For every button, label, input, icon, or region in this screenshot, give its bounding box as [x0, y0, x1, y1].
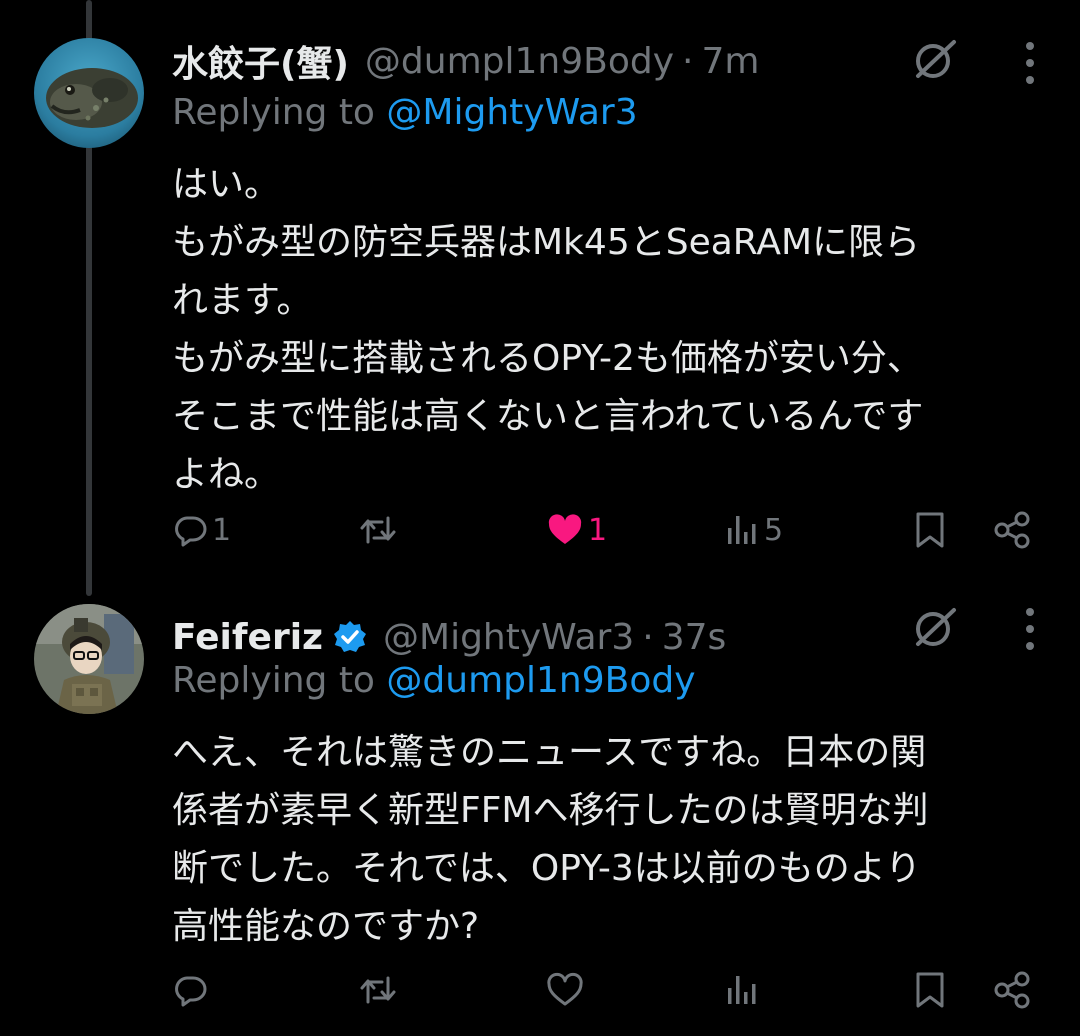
- separator-dot: ·: [682, 40, 694, 82]
- like-button[interactable]: [546, 966, 588, 1014]
- user-handle[interactable]: @dumpl1n9Body: [365, 41, 674, 82]
- tweet-text-line: よね。: [172, 454, 281, 495]
- tweet-text-line: もがみ型の防空兵器はMk45とSeaRAMに限ら: [172, 222, 921, 263]
- reply-button[interactable]: 1: [172, 506, 231, 554]
- separator-dot: ·: [642, 616, 654, 658]
- more-vertical-icon[interactable]: [1024, 40, 1036, 86]
- tweet-text: はい。 もがみ型の防空兵器はMk45とSeaRAMに限ら れます。 もがみ型に搭…: [172, 156, 1042, 504]
- timestamp[interactable]: 7m: [701, 41, 759, 82]
- reply-button[interactable]: [172, 966, 212, 1014]
- tweet-text-line: へえ、それは驚きのニュースですね。日本の関: [172, 732, 927, 773]
- display-name[interactable]: Feiferiz: [172, 617, 323, 658]
- tweet-text-line: 断でした。それでは、OPY-3は以前のものより: [172, 848, 922, 889]
- share-button[interactable]: [992, 506, 1032, 554]
- replying-mention[interactable]: @dumpl1n9Body: [386, 660, 695, 701]
- bookmark-icon: [916, 512, 944, 548]
- avatar-fish-image: [34, 38, 144, 148]
- like-count: 1: [588, 512, 608, 548]
- tweet-text-line: 高性能なのですか?: [172, 906, 480, 947]
- tweet-text-line: れます。: [172, 280, 313, 321]
- bookmark-button[interactable]: [912, 966, 948, 1014]
- share-icon: [994, 511, 1030, 549]
- avatar[interactable]: [34, 38, 144, 148]
- share-icon: [994, 971, 1030, 1009]
- user-handle[interactable]: @MightyWar3: [383, 617, 634, 658]
- retweet-button[interactable]: [358, 506, 402, 554]
- retweet-icon: [360, 976, 396, 1004]
- retweet-button[interactable]: [358, 966, 402, 1014]
- grok-icon[interactable]: [910, 34, 960, 84]
- views-chart-icon: [728, 516, 756, 544]
- reply-count: 1: [212, 512, 232, 548]
- heart-icon: [548, 514, 582, 544]
- tweet-header: 水餃子(蟹) @dumpl1n9Body · 7m: [172, 34, 759, 88]
- reply-bubble-icon: [175, 516, 207, 547]
- heart-icon: [547, 972, 583, 1006]
- views-chart-icon: [728, 976, 756, 1004]
- timestamp[interactable]: 37s: [662, 617, 727, 658]
- bookmark-icon: [916, 972, 944, 1008]
- action-bar: [172, 966, 1032, 1014]
- verified-badge-icon: [334, 621, 367, 652]
- views-button[interactable]: [724, 966, 764, 1014]
- replying-mention[interactable]: @MightyWar3: [386, 92, 637, 133]
- replying-prefix: Replying to: [172, 660, 375, 701]
- bookmark-button[interactable]: [912, 506, 948, 554]
- tweet-text-line: そこまで性能は高くないと言われているんです: [172, 396, 924, 437]
- tweet[interactable]: 水餃子(蟹) @dumpl1n9Body · 7m Replying to @M…: [0, 0, 1080, 580]
- avatar[interactable]: [34, 604, 144, 714]
- views-count: 5: [764, 512, 784, 548]
- tweet-text-line: 係者が素早く新型FFMへ移行したのは賢明な判: [172, 790, 929, 831]
- share-button[interactable]: [992, 966, 1032, 1014]
- display-name[interactable]: 水餃子(蟹): [172, 35, 349, 87]
- tweet[interactable]: Feiferiz @MightyWar3 · 37s Replying to @…: [0, 580, 1080, 1036]
- tweet-text-line: はい。: [172, 164, 281, 205]
- avatar-soldier-image: [34, 604, 144, 714]
- tweet-header: Feiferiz @MightyWar3 · 37s: [172, 610, 726, 664]
- like-button[interactable]: 1: [546, 506, 607, 554]
- retweet-icon: [360, 516, 396, 544]
- tweet-text-line: もがみ型に搭載されるOPY-2も価格が安い分、: [172, 338, 923, 379]
- reply-bubble-icon: [175, 976, 207, 1007]
- tweet-text: へえ、それは驚きのニュースですね。日本の関 係者が素早く新型FFMへ移行したのは…: [172, 724, 1042, 956]
- replying-prefix: Replying to: [172, 92, 375, 133]
- replying-to: Replying to @dumpl1n9Body: [172, 660, 696, 701]
- grok-icon[interactable]: [910, 602, 960, 652]
- action-bar: 1 1 5: [172, 506, 1032, 554]
- replying-to: Replying to @MightyWar3: [172, 92, 638, 133]
- more-vertical-icon[interactable]: [1024, 606, 1036, 652]
- views-button[interactable]: 5: [724, 506, 783, 554]
